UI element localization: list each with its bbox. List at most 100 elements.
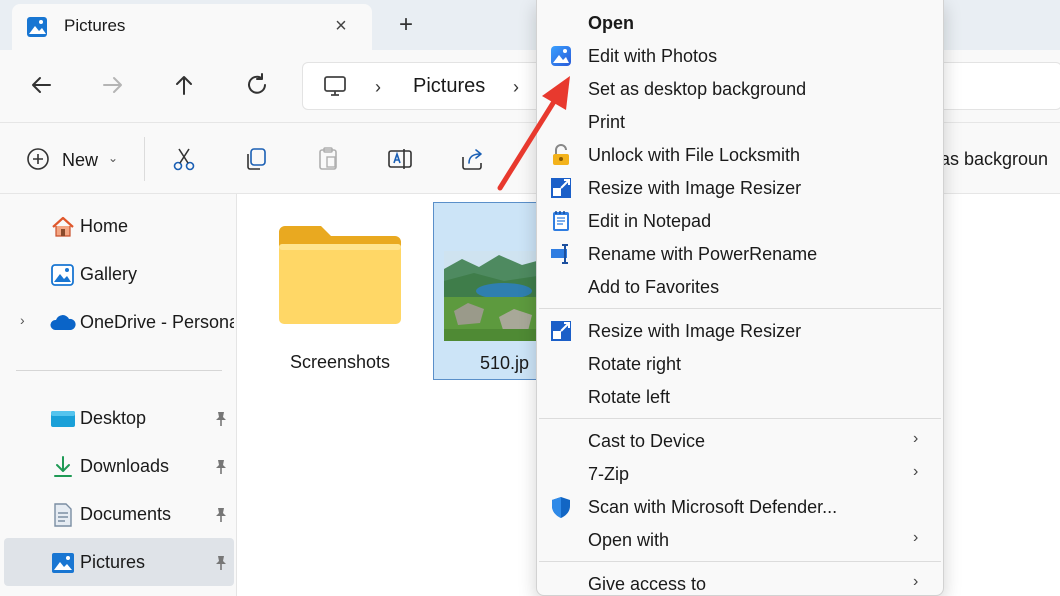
menu-item-label: Open xyxy=(588,13,635,33)
menu-item-open-with[interactable]: Open with › xyxy=(539,523,941,556)
breadcrumb-pictures[interactable]: Pictures xyxy=(413,75,485,98)
chevron-right-icon: › xyxy=(913,573,919,590)
menu-item-label: Rotate left xyxy=(588,387,671,407)
sidebar-item-documents[interactable]: Documents xyxy=(4,490,234,538)
close-tab-icon[interactable]: × xyxy=(328,14,354,40)
pictures-icon xyxy=(26,16,48,38)
rename-icon[interactable] xyxy=(386,145,414,173)
menu-item-set-desktop-background[interactable]: Set as desktop background xyxy=(539,72,941,105)
menu-item-open[interactable]: Open xyxy=(539,6,941,39)
image-resizer-icon xyxy=(549,319,573,343)
paste-icon[interactable] xyxy=(314,145,342,173)
up-arrow-icon[interactable] xyxy=(171,72,201,102)
menu-item-label: Unlock with File Locksmith xyxy=(588,145,801,165)
expand-chevron-icon[interactable]: › xyxy=(20,312,25,328)
menu-item-label: Edit in Notepad xyxy=(588,211,712,231)
sidebar-item-onedrive[interactable]: › OneDrive - Persona xyxy=(4,298,234,346)
menu-item-resize-image-resizer-2[interactable]: Resize with Image Resizer xyxy=(539,314,941,347)
gallery-icon xyxy=(50,262,76,288)
set-as-background-button[interactable]: t as backgroun xyxy=(930,149,1048,170)
toolbar-divider xyxy=(144,137,145,181)
desktop-icon xyxy=(50,406,76,432)
sidebar-item-label: Gallery xyxy=(80,264,138,284)
menu-item-rename-powerrename[interactable]: Rename with PowerRename xyxy=(539,237,941,270)
menu-separator xyxy=(539,308,941,309)
sidebar-item-pictures[interactable]: Pictures xyxy=(4,538,234,586)
menu-separator xyxy=(539,561,941,562)
menu-item-label: Scan with Microsoft Defender... xyxy=(588,497,838,517)
pin-icon[interactable] xyxy=(212,410,230,428)
sidebar-item-desktop[interactable]: Desktop xyxy=(4,394,234,442)
menu-item-edit-in-notepad[interactable]: Edit in Notepad xyxy=(539,204,941,237)
menu-item-7-zip[interactable]: 7-Zip › xyxy=(539,457,941,490)
menu-item-scan-with-defender[interactable]: Scan with Microsoft Defender... xyxy=(539,490,941,523)
menu-item-add-to-favorites[interactable]: Add to Favorites xyxy=(539,270,941,303)
sidebar-item-gallery[interactable]: Gallery xyxy=(4,250,234,298)
image-thumbnail xyxy=(444,251,544,341)
sidebar-item-label: Home xyxy=(80,216,129,236)
menu-item-label: Print xyxy=(588,112,626,132)
pin-icon[interactable] xyxy=(212,554,230,572)
menu-item-give-access-to[interactable]: Give access to › xyxy=(539,567,941,596)
file-label: 510.jp xyxy=(480,353,530,373)
refresh-icon[interactable] xyxy=(244,72,274,102)
forward-arrow-icon[interactable] xyxy=(100,72,130,102)
menu-item-unlock-file-locksmith[interactable]: Unlock with File Locksmith xyxy=(539,138,941,171)
sidebar-divider xyxy=(16,370,222,371)
sidebar-item-label: Documents xyxy=(80,504,172,524)
folder-icon xyxy=(279,226,401,324)
menu-item-label: Open with xyxy=(588,530,670,550)
sidebar-item-label: Downloads xyxy=(80,456,170,476)
menu-item-label: Rename with PowerRename xyxy=(588,244,818,264)
new-tab-icon[interactable]: + xyxy=(392,12,420,40)
menu-item-edit-with-photos[interactable]: Edit with Photos xyxy=(539,39,941,72)
menu-item-resize-image-resizer[interactable]: Resize with Image Resizer xyxy=(539,171,941,204)
menu-item-label: Rotate right xyxy=(588,354,682,374)
sidebar-item-label: OneDrive - Persona xyxy=(80,312,234,332)
chevron-right-icon: › xyxy=(913,529,919,546)
notepad-icon xyxy=(549,209,573,233)
powerrename-icon xyxy=(549,242,573,266)
back-arrow-icon[interactable] xyxy=(28,72,58,102)
home-icon xyxy=(50,214,76,240)
menu-item-print[interactable]: Print xyxy=(539,105,941,138)
defender-icon xyxy=(549,495,573,519)
menu-item-label: Resize with Image Resizer xyxy=(588,321,802,341)
cut-icon[interactable] xyxy=(170,145,198,173)
tab-pictures[interactable]: Pictures × xyxy=(12,4,372,50)
breadcrumb-chevron-icon[interactable]: › xyxy=(375,77,381,98)
chevron-down-icon: ⌄ xyxy=(108,151,119,165)
tab-title: Pictures xyxy=(64,16,126,35)
menu-item-label: Edit with Photos xyxy=(588,46,718,66)
pin-icon[interactable] xyxy=(212,506,230,524)
menu-item-label: Set as desktop background xyxy=(588,79,807,99)
menu-item-label: Resize with Image Resizer xyxy=(588,178,802,198)
documents-icon xyxy=(50,502,76,528)
pictures-icon xyxy=(50,550,76,576)
navigation-pane: Home Gallery › OneDrive - Persona Deskto… xyxy=(0,194,236,596)
pin-icon[interactable] xyxy=(212,458,230,476)
folder-label: Screenshots xyxy=(289,352,391,372)
file-510-jpg[interactable]: 510.jp xyxy=(433,202,544,380)
sidebar-item-downloads[interactable]: Downloads xyxy=(4,442,234,490)
downloads-icon xyxy=(50,454,76,480)
folder-screenshots[interactable]: Screenshots xyxy=(267,206,413,378)
add-circle-icon xyxy=(26,147,50,171)
menu-item-cast-to-device[interactable]: Cast to Device › xyxy=(539,424,941,457)
context-menu: Open Edit with Photos Set as desktop bac… xyxy=(536,0,944,596)
chevron-right-icon: › xyxy=(913,430,919,447)
new-button-label: New xyxy=(62,150,99,170)
annotation-arrow-icon xyxy=(497,76,570,191)
menu-item-rotate-right[interactable]: Rotate right xyxy=(539,347,941,380)
chevron-right-icon: › xyxy=(913,463,919,480)
sidebar-item-label: Pictures xyxy=(80,552,146,572)
menu-separator xyxy=(539,418,941,419)
menu-item-label: Give access to xyxy=(588,574,707,594)
menu-item-label: Add to Favorites xyxy=(588,277,720,297)
menu-item-rotate-left[interactable]: Rotate left xyxy=(539,380,941,413)
photos-icon xyxy=(549,44,573,68)
sidebar-item-home[interactable]: Home xyxy=(4,202,234,250)
sidebar-item-label: Desktop xyxy=(80,408,147,428)
menu-item-label: Cast to Device xyxy=(588,431,706,451)
copy-icon[interactable] xyxy=(242,145,270,173)
